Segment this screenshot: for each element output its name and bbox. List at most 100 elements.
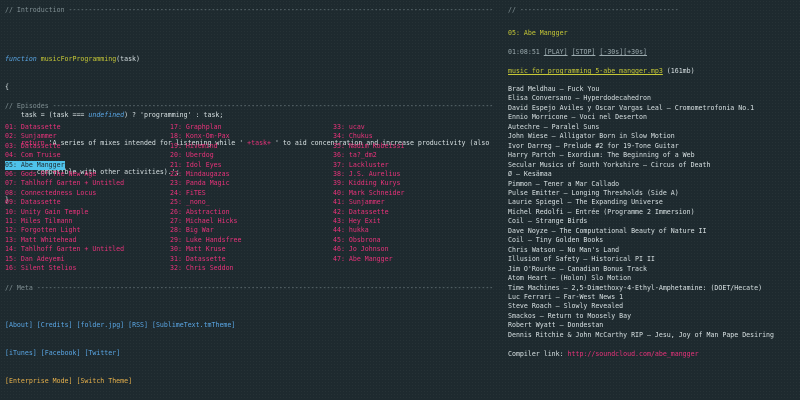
track-item: Atom Heart – (Holon) Slo Motion: [508, 274, 632, 283]
episode-link[interactable]: 06: Gods Of The New Age: [5, 170, 124, 179]
episode-link[interactable]: 23: Panda Magic: [170, 179, 241, 188]
episode-link[interactable]: 26: Abstraction: [170, 208, 241, 217]
brace-open: {: [5, 83, 9, 92]
episode-link[interactable]: 39: Kidding Kurys: [333, 179, 404, 188]
function-keyword: function: [5, 54, 37, 63]
track-item: Ivor Darreg – Prelude #2 for 19-Tone Gui…: [508, 141, 679, 150]
episode-link[interactable]: 42: Datassette: [333, 208, 404, 217]
episode-link[interactable]: 46: Jo Johnson: [333, 245, 404, 254]
download-line: music_for_programming_5-abe_mangger.mp3 …: [508, 67, 695, 76]
episode-link[interactable]: 02: Sunjammer: [5, 132, 124, 141]
compiler-link[interactable]: http://soundcloud.com/abe_mangger: [568, 350, 699, 358]
episode-link[interactable]: 38: J.S. Aurelius: [333, 170, 404, 179]
stop-button[interactable]: [STOP]: [572, 48, 596, 56]
track-item: David Espejo Aviles y Oscar Vargas Leal …: [508, 103, 755, 112]
episode-link[interactable]: 25: _nono_: [170, 198, 241, 207]
episode-link[interactable]: 08: Connectedness Locus: [5, 189, 124, 198]
episode-link[interactable]: 22: Mindaugazas: [170, 170, 241, 179]
episode-link[interactable]: 24: FiTES: [170, 189, 241, 198]
episode-link[interactable]: 15: Dan Adeyemi: [5, 255, 124, 264]
track-item: Smackos – Return to Moosely Bay: [508, 311, 632, 320]
player-time: 01:08:51: [508, 48, 540, 56]
episode-link[interactable]: 13: Matt Whitehead: [5, 236, 124, 245]
episode-link[interactable]: 05: Abe Mangger: [5, 160, 124, 171]
episode-link-selected: 05: Abe Mangger: [5, 160, 65, 171]
itunes-link[interactable]: [iTunes]: [5, 349, 37, 357]
episode-link[interactable]: 45: Obsbrona: [333, 236, 404, 245]
track-item: Coil – Tiny Golden Books: [508, 236, 604, 245]
track-item: Harry Partch – Exordium: The Beginning o…: [508, 151, 695, 160]
track-item: Robert Wyatt – Dondestan: [508, 321, 604, 330]
track-item: Laurie Spiegel – The Expanding Universe: [508, 198, 663, 207]
episode-link[interactable]: 17: Graphplan: [170, 123, 241, 132]
file-size: (161mb): [662, 67, 695, 75]
episode-link[interactable]: 30: Matt Kruse: [170, 245, 241, 254]
episode-link[interactable]: 04: Com Truise: [5, 151, 124, 160]
track-item: Ennio Morricone – Voci nel Deserton: [508, 113, 647, 122]
episode-link[interactable]: 33: ucav: [333, 123, 404, 132]
episode-link[interactable]: 01: Datassette: [5, 123, 124, 132]
episode-link[interactable]: 34: Chukus: [333, 132, 404, 141]
episode-link[interactable]: 44: hukka: [333, 226, 404, 235]
player-controls: 01:08:51 [PLAY] [STOP] [-30s][+30s]: [508, 48, 647, 57]
episode-link[interactable]: 35: Nadim Kobeissi: [333, 142, 404, 151]
track-item: Pimmon – Tener a Mar Callado: [508, 179, 620, 188]
episode-link[interactable]: 20: Uberdog: [170, 151, 241, 160]
episode-link[interactable]: 14: Tahlhoff Garten + Untitled: [5, 245, 124, 254]
rewind-30-button[interactable]: [-30s]: [599, 48, 623, 56]
forward-30-button[interactable]: [+30s]: [623, 48, 647, 56]
track-item: Pulse Emitter – Longing Thresholds (Side…: [508, 188, 679, 197]
episodes-column-2: 17: Graphplan 18: Konx-Om-Pax 19: Hivemind…: [170, 123, 241, 274]
code-ternary: ) ? 'programming' : task;: [124, 111, 224, 120]
folder-link[interactable]: [folder.jpg]: [77, 321, 125, 329]
track-item: John Wiese – Alligator Born in Slow Moti…: [508, 132, 675, 141]
compiler-line: Compiler link: http://soundcloud.com/abe…: [508, 350, 699, 359]
episode-link[interactable]: 19: Hivemind: [170, 142, 241, 151]
track-item: Secular Musics of South Yorkshire – Circ…: [508, 160, 711, 169]
track-item: Brad Meldhau – Fuck You: [508, 85, 600, 93]
episode-link[interactable]: 21: Idol Eyes: [170, 161, 241, 170]
facebook-link[interactable]: [Facebook]: [41, 349, 81, 357]
track-item: Dave Noyze – The Computational Beauty of…: [508, 226, 707, 235]
episode-link[interactable]: 28: Big War: [170, 226, 241, 235]
switch-theme-link[interactable]: [Switch Theme]: [76, 377, 132, 385]
episode-link[interactable]: 03: Datassette: [5, 142, 124, 151]
episode-link[interactable]: 31: Datassette: [170, 255, 241, 264]
episode-link[interactable]: 09: Datassette: [5, 198, 124, 207]
compiler-label: Compiler link:: [508, 350, 568, 358]
intro-section-header: // Introduction ------------------------…: [5, 6, 493, 14]
tracklist: Brad Meldhau – Fuck You Elisa Conversano …: [508, 85, 774, 340]
track-item: Coil – Strange Birds: [508, 217, 588, 226]
enterprise-mode-link[interactable]: [Enterprise Mode]: [5, 377, 73, 385]
episode-link[interactable]: 18: Konx-Om-Pax: [170, 132, 241, 141]
episode-link[interactable]: 47: Abe Mangger: [333, 255, 404, 264]
episode-link[interactable]: 27: Michael Hicks: [170, 217, 241, 226]
episode-link[interactable]: 32: Chris Seddon: [170, 264, 241, 273]
episode-link[interactable]: 07: Tahlhoff Garten + Untitled: [5, 179, 124, 188]
play-button[interactable]: [PLAY]: [544, 48, 568, 56]
mp3-download-link[interactable]: music_for_programming_5-abe_mangger.mp3: [508, 67, 663, 75]
function-name: musicForProgramming: [36, 54, 117, 63]
code-concat: +task+: [243, 139, 275, 148]
code-undefined: undefined: [88, 111, 125, 120]
episode-link[interactable]: 16: Silent Stelios: [5, 264, 124, 273]
episode-link[interactable]: 41: Sunjammer: [333, 198, 404, 207]
episodes-column-1: 01: Datassette 02: Sunjammer 03: Datassett…: [5, 123, 124, 274]
meta-links: [About] [Credits] [folder.jpg] [RSS] [Su…: [5, 302, 235, 396]
episode-link[interactable]: 43: Hey Exit: [333, 217, 404, 226]
episode-link[interactable]: 40: Mark Schneider: [333, 189, 404, 198]
track-item: Dennis Ritchie & John McCarthy RIP – Jes…: [508, 330, 774, 339]
sublime-theme-link[interactable]: [SublimeText.tmTheme]: [152, 321, 235, 329]
about-link[interactable]: [About]: [5, 321, 33, 329]
track-item: Luc Ferrari – Far-West News 1: [508, 292, 624, 301]
credits-link[interactable]: [Credits]: [37, 321, 73, 329]
episode-link[interactable]: 37: Lackluster: [333, 161, 404, 170]
episode-link[interactable]: 12: Forgotten Light: [5, 226, 124, 235]
episode-link[interactable]: 29: Luke Handsfree: [170, 236, 241, 245]
twitter-link[interactable]: [Twitter]: [84, 349, 120, 357]
episode-link[interactable]: 36: ta?_dm2: [333, 151, 404, 160]
episode-link[interactable]: 11: Miles Tilmann: [5, 217, 124, 226]
rss-link[interactable]: [RSS]: [128, 321, 148, 329]
track-item: Michel Redolfi – Entrée (Programme 2 Imm…: [508, 207, 695, 216]
episode-link[interactable]: 10: Unity Gain Temple: [5, 208, 124, 217]
